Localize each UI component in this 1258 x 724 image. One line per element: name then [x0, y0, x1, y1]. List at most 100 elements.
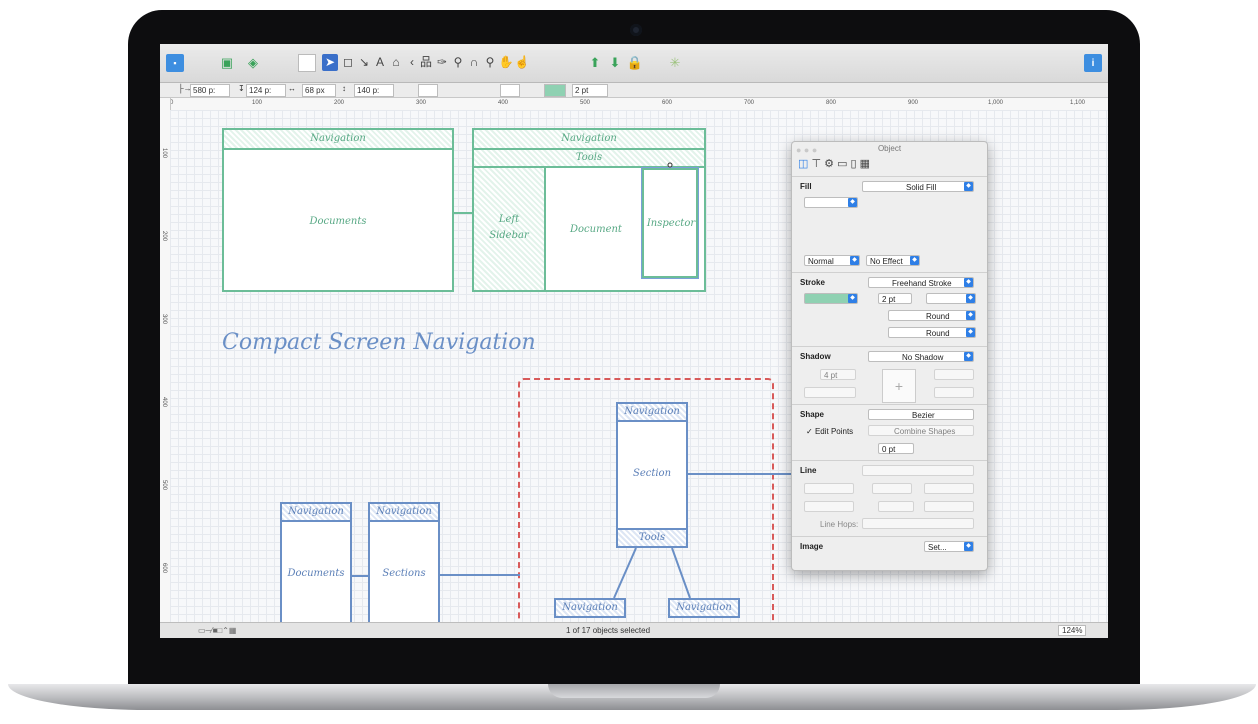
line-cap-popup[interactable]: Round ◆: [888, 310, 976, 321]
dash-style-popup[interactable]: ◆: [926, 293, 976, 304]
line-start-field[interactable]: [804, 501, 854, 512]
chevron-down-icon: ◆: [850, 256, 859, 265]
effect-popup[interactable]: No Effect ◆: [866, 255, 920, 266]
shape-tool-icon[interactable]: ◻: [340, 54, 356, 71]
shadow-offset-pad[interactable]: +: [882, 369, 916, 403]
object-inspector-panel: ● ● ● Object ◫ ⊤ ⚙ ▭ ▯ ▦ Fill Solid Fill…: [791, 141, 988, 571]
arrow-tail-popup[interactable]: [804, 483, 854, 494]
line-join-popup[interactable]: Round ◆: [888, 327, 976, 338]
window-controls-icon[interactable]: ● ● ●: [796, 145, 817, 155]
swap-arrows-button[interactable]: [872, 483, 912, 494]
text-tab-icon[interactable]: ⊤: [811, 158, 821, 170]
browse-tool-icon[interactable]: ☝: [514, 54, 530, 71]
style-tab-icon[interactable]: ◫: [798, 158, 808, 170]
fill-type-popup[interactable]: Solid Fill ◆: [862, 181, 974, 192]
send-back-icon[interactable]: ⬇: [606, 54, 624, 72]
shape-header[interactable]: Shape: [800, 410, 824, 419]
shadow-color-well[interactable]: [804, 387, 856, 398]
y-field[interactable]: 140 p:: [354, 84, 394, 97]
x-arrow-icon: ↔: [288, 84, 296, 93]
fill-header[interactable]: Fill: [800, 182, 812, 191]
stroke-color-well[interactable]: ◆: [804, 293, 858, 304]
stroke-header[interactable]: Stroke: [800, 278, 825, 287]
height-field[interactable]: 124 p:: [246, 84, 286, 97]
arrow-head-popup[interactable]: [924, 483, 974, 494]
style-swatches-icon[interactable]: ▭─⁄■□⌃▦: [198, 626, 237, 635]
fill-color-well[interactable]: ◆: [804, 197, 858, 208]
hand-tool-icon[interactable]: ✋: [498, 54, 514, 71]
shadow-x-field[interactable]: [934, 369, 974, 380]
connector-line: [613, 547, 637, 599]
ruler-tick: 600: [161, 563, 167, 574]
rotation-well[interactable]: [418, 84, 438, 97]
stroke-color-well[interactable]: [544, 84, 566, 97]
stroke-width-field[interactable]: 2 pt: [572, 84, 608, 97]
app-window: ▪ ▣ ◈ ➤ ◻ ↘ A ⌂ ‹ 品 ✑ ⚲ ∩ ⚲ ✋ ☝ ⬆ ⬇ 🔒 ✳ …: [160, 44, 1108, 638]
line-corner-field[interactable]: [878, 501, 914, 512]
line-header[interactable]: Line: [800, 466, 816, 475]
wireframe-label: Navigation: [376, 506, 432, 517]
panel-title: Object: [877, 144, 902, 153]
wireframe-nav-bar[interactable]: Navigation: [280, 502, 352, 522]
width-field[interactable]: 580 p:: [190, 84, 230, 97]
shadow-y-field[interactable]: [934, 387, 974, 398]
combine-shapes-label: Combine Shapes: [894, 427, 956, 436]
stroke-width-field[interactable]: 2 pt: [878, 293, 912, 304]
fill-color-well[interactable]: [500, 84, 520, 97]
bring-front-icon[interactable]: ⬆: [586, 54, 604, 72]
image-section: Image Set... ◆: [792, 536, 987, 570]
chevron-down-icon: ◆: [964, 278, 973, 287]
ruler-tick: 100: [252, 100, 263, 106]
line-type-popup[interactable]: [862, 465, 974, 476]
line-tool-icon[interactable]: ↘: [356, 54, 372, 71]
edit-points-checkbox[interactable]: ✓ Edit Points: [806, 427, 853, 436]
x-field[interactable]: 68 px: [302, 84, 336, 97]
diagram-tool-icon[interactable]: 品: [418, 54, 434, 71]
stroke-type-popup[interactable]: Freehand Stroke ◆: [868, 277, 974, 288]
canvas-tab-icon[interactable]: ▭: [837, 158, 847, 170]
blend-mode-popup[interactable]: Normal ◆: [804, 255, 860, 266]
wireframe-nav-bar[interactable]: Navigation: [368, 502, 440, 522]
style-brush-icon[interactable]: ✑: [434, 54, 450, 71]
shadow-size-field[interactable]: 4 pt: [820, 369, 856, 380]
wireframe-sections-panel[interactable]: Sections: [368, 520, 440, 630]
layer-icon[interactable]: ◈: [244, 54, 262, 72]
shape-section: Shape Bezier ✓ Edit Points Combine Shape…: [792, 404, 987, 461]
stencil-tab-icon[interactable]: ▦: [860, 158, 870, 170]
text-tool-icon[interactable]: A: [372, 54, 388, 71]
selection-tool-icon[interactable]: ➤: [322, 54, 338, 71]
zoom-field[interactable]: 124%: [1058, 625, 1087, 636]
sidebar-toggle-icon[interactable]: ▪: [166, 54, 184, 72]
chevron-down-icon: ◆: [848, 294, 857, 303]
chevron-down-icon: ◆: [966, 328, 975, 337]
document-tab-icon[interactable]: ▯: [851, 158, 857, 170]
edit-points-label: Edit Points: [814, 427, 854, 436]
line-end-field[interactable]: [924, 501, 974, 512]
line-hops-popup[interactable]: [862, 518, 974, 529]
shadow-type-popup[interactable]: No Shadow ◆: [868, 351, 974, 362]
image-set-popup[interactable]: Set... ◆: [924, 541, 974, 552]
shape-type-label: Bezier: [912, 411, 935, 420]
properties-tab-icon[interactable]: ⚙: [824, 158, 834, 170]
fill-section: Fill Solid Fill ◆ ◆ Normal ◆ No Effect ◆: [792, 176, 987, 273]
hierarchy-tool-icon[interactable]: ⚲: [450, 54, 466, 71]
shadow-header[interactable]: Shadow: [800, 352, 831, 361]
ruler-tick: 400: [498, 100, 509, 106]
zoom-tool-icon[interactable]: ⚲: [482, 54, 498, 71]
inspector-toggle-icon[interactable]: i: [1084, 54, 1102, 72]
lock-icon[interactable]: 🔒: [626, 54, 644, 72]
wireframe-documents-panel[interactable]: Documents: [280, 520, 352, 630]
magnet-tool-icon[interactable]: ∩: [466, 54, 482, 71]
ruler-tick: 1,100: [1070, 100, 1086, 106]
combine-shapes-popup[interactable]: Combine Shapes: [868, 425, 974, 436]
new-canvas-icon[interactable]: ▣: [218, 54, 236, 72]
image-header[interactable]: Image: [800, 542, 823, 551]
shape-type-popup[interactable]: Bezier: [868, 409, 974, 420]
chevron-down-icon: ◆: [966, 311, 975, 320]
pen-tool-icon[interactable]: ⌂: [388, 54, 404, 71]
style-well-icon[interactable]: [298, 54, 316, 72]
line-join-label: Round: [926, 329, 950, 338]
group-icon[interactable]: ✳: [666, 54, 684, 72]
image-set-label: Set...: [928, 543, 947, 552]
corner-radius-field[interactable]: 0 pt: [878, 443, 914, 454]
